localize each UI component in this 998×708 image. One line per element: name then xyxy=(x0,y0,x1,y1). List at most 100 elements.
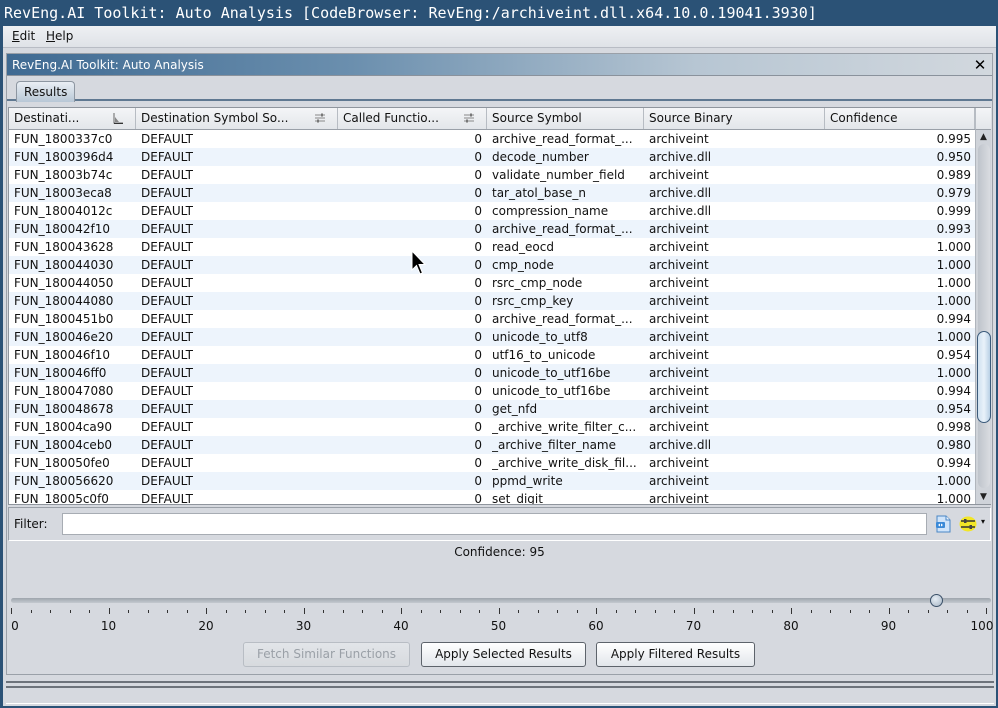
apply-filtered-results-button[interactable]: Apply Filtered Results xyxy=(596,642,755,667)
cell-destination: FUN_180047080 xyxy=(14,384,114,398)
table-row[interactable]: FUN_18004ca90 DEFAULT 0 _archive_write_filt… xyxy=(9,418,975,436)
table-row[interactable]: FUN_1800451b0 DEFAULT 0 archive_read_format… xyxy=(9,310,975,328)
table-row[interactable]: FUN_180044050 DEFAULT 0 rsrc_cmp_node archiv… xyxy=(9,274,975,292)
cell-confidence: 0.998 xyxy=(936,420,971,434)
cell-destination-symbol-source: DEFAULT xyxy=(141,330,193,344)
cell-source-symbol: tar_atol_base_n xyxy=(492,186,586,200)
scroll-down-arrow-icon[interactable]: ▼ xyxy=(976,490,991,504)
filter-options-document-icon[interactable] xyxy=(935,515,951,533)
column-header-label: Called Functio... xyxy=(343,111,439,125)
slider-minor-tick xyxy=(167,610,168,613)
column-header-source-binary[interactable]: Source Binary xyxy=(644,108,825,129)
slider-track[interactable] xyxy=(11,598,991,603)
table-row[interactable]: FUN_180042f10 DEFAULT 0 archive_read_format… xyxy=(9,220,975,238)
column-header-destination-symbol-source[interactable]: Destination Symbol So... xyxy=(136,108,338,129)
table-row[interactable]: FUN_180048678 DEFAULT 0 get_nfd archiveint 0.… xyxy=(9,400,975,418)
cell-called-functions: 0 xyxy=(474,222,482,236)
filter-input[interactable] xyxy=(62,513,927,535)
table-row[interactable]: FUN_18003eca8 DEFAULT 0 tar_atol_base_n arch… xyxy=(9,184,975,202)
column-header-called-functions[interactable]: Called Functio... xyxy=(338,108,487,129)
table-row[interactable]: FUN_180050fe0 DEFAULT 0 _archive_write_disk… xyxy=(9,454,975,472)
table-row[interactable]: FUN_1800337c0 DEFAULT 0 archive_read_format… xyxy=(9,130,975,148)
cell-destination-symbol-source: DEFAULT xyxy=(141,240,193,254)
slider-minor-tick xyxy=(908,610,909,613)
filter-bar: Filter: ▾ xyxy=(8,507,991,541)
slider-knob[interactable] xyxy=(930,594,944,607)
menu-help[interactable]: Help xyxy=(46,29,73,43)
slider-tick-label: 100 xyxy=(970,619,994,633)
table-row[interactable]: FUN_180044080 DEFAULT 0 rsrc_cmp_key archive… xyxy=(9,292,975,310)
cell-destination: FUN_180042f10 xyxy=(14,222,110,236)
cell-source-symbol: _archive_filter_name xyxy=(492,438,616,452)
cell-called-functions: 0 xyxy=(474,132,482,146)
mouse-cursor-icon xyxy=(411,250,427,275)
slider-tick-label: 70 xyxy=(685,619,702,633)
cell-source-symbol: decode_number xyxy=(492,150,589,164)
table-row[interactable]: FUN_18003b74c DEFAULT 0 validate_number_fie… xyxy=(9,166,975,184)
menu-edit[interactable]: Edit xyxy=(12,29,35,43)
cell-destination: FUN_180048678 xyxy=(14,402,114,416)
table-row[interactable]: FUN_180044030 DEFAULT 0 cmp_node archiveint 1… xyxy=(9,256,975,274)
table-row[interactable]: FUN_180043628 DEFAULT 0 read_eocd archiveint… xyxy=(9,238,975,256)
slider-minor-tick xyxy=(732,610,734,613)
slider-minor-tick xyxy=(323,610,324,613)
apply-selected-results-button[interactable]: Apply Selected Results xyxy=(421,642,586,667)
scrollbar-track[interactable] xyxy=(978,144,990,488)
cell-destination-symbol-source: DEFAULT xyxy=(141,258,193,272)
cell-source-binary: archiveint xyxy=(649,492,709,504)
table-row[interactable]: FUN_180046ff0 DEFAULT 0 unicode_to_utf16be a… xyxy=(9,364,975,382)
fetch-similar-functions-button[interactable]: Fetch Similar Functions xyxy=(243,642,410,667)
table-row[interactable]: FUN_18004ceb0 DEFAULT 0 _archive_filter_nam… xyxy=(9,436,975,454)
cell-source-symbol: _archive_write_filter_c... xyxy=(492,420,637,434)
tab-results[interactable]: Results xyxy=(16,81,76,102)
cell-destination: FUN_180046f10 xyxy=(14,348,110,362)
slider-minor-tick xyxy=(518,610,519,613)
vertical-scrollbar[interactable]: ▲ ▼ xyxy=(975,130,991,504)
table-row[interactable]: FUN_180047080 DEFAULT 0 unicode_to_utf16be a… xyxy=(9,382,975,400)
cell-destination: FUN_180046e20 xyxy=(14,330,114,344)
slider-minor-tick xyxy=(810,610,812,613)
scroll-up-arrow-icon[interactable]: ▲ xyxy=(976,130,991,144)
cell-confidence: 1.000 xyxy=(936,474,971,488)
table-row[interactable]: FUN_180056620 DEFAULT 0 ppmd_write archivein… xyxy=(9,472,975,490)
slider-minor-tick xyxy=(557,610,558,613)
cell-destination: FUN_18004012c xyxy=(14,204,113,218)
table-row[interactable]: FUN_1800396d4 DEFAULT 0 decode_number archiv… xyxy=(9,148,975,166)
slider-minor-tick xyxy=(635,610,636,613)
cell-called-functions: 0 xyxy=(474,420,482,434)
cell-source-symbol: validate_number_field xyxy=(492,168,625,182)
cell-source-symbol: set_digit xyxy=(492,492,543,504)
status-bar-inner xyxy=(6,686,994,704)
filter-dropdown-arrow-icon[interactable]: ▾ xyxy=(981,517,985,526)
cell-confidence: 1.000 xyxy=(936,330,971,344)
cell-destination-symbol-source: DEFAULT xyxy=(141,168,193,182)
column-header-source-symbol[interactable]: Source Symbol xyxy=(487,108,644,129)
cell-destination: FUN_1800451b0 xyxy=(14,312,114,326)
slider-minor-tick xyxy=(30,610,32,613)
cell-source-binary: archive.dll xyxy=(649,186,712,200)
menu-edit-mnemonic: E xyxy=(12,29,20,43)
window-title: RevEng.AI Toolkit: Auto Analysis [CodeBr… xyxy=(0,0,998,26)
confidence-slider[interactable]: 0 10 20 30 40 50 60 70 80 90 100 xyxy=(11,568,993,633)
table-row[interactable]: FUN_180046f10 DEFAULT 0 utf16_to_unicode arc… xyxy=(9,346,975,364)
cell-called-functions: 0 xyxy=(474,474,482,488)
tab-strip: Results xyxy=(7,77,992,102)
cell-destination: FUN_18004ceb0 xyxy=(14,438,113,452)
table-row[interactable]: FUN_180046e20 DEFAULT 0 unicode_to_utf8 arch… xyxy=(9,328,975,346)
slider-minor-tick xyxy=(284,610,285,613)
scrollbar-thumb[interactable] xyxy=(977,331,991,423)
slider-minor-tick xyxy=(342,610,344,613)
cell-destination-symbol-source: DEFAULT xyxy=(141,132,193,146)
column-header-confidence[interactable]: Confidence xyxy=(825,108,975,129)
column-header-destination[interactable]: Destinati... xyxy=(9,108,136,129)
table-row[interactable]: FUN_18005c0f0 DEFAULT 0 set_digit archiveint… xyxy=(9,490,975,504)
confidence-label: Confidence: 95 xyxy=(454,545,545,559)
cell-destination: FUN_1800337c0 xyxy=(14,132,113,146)
table-row[interactable]: FUN_18004012c DEFAULT 0 compression_name arc… xyxy=(9,202,975,220)
cell-source-symbol: get_nfd xyxy=(492,402,538,416)
slider-major-tick xyxy=(206,608,207,614)
filter-settings-icon[interactable] xyxy=(959,516,977,532)
close-icon[interactable]: ✕ xyxy=(972,56,988,74)
cell-confidence: 0.999 xyxy=(936,204,971,218)
cell-called-functions: 0 xyxy=(474,150,482,164)
